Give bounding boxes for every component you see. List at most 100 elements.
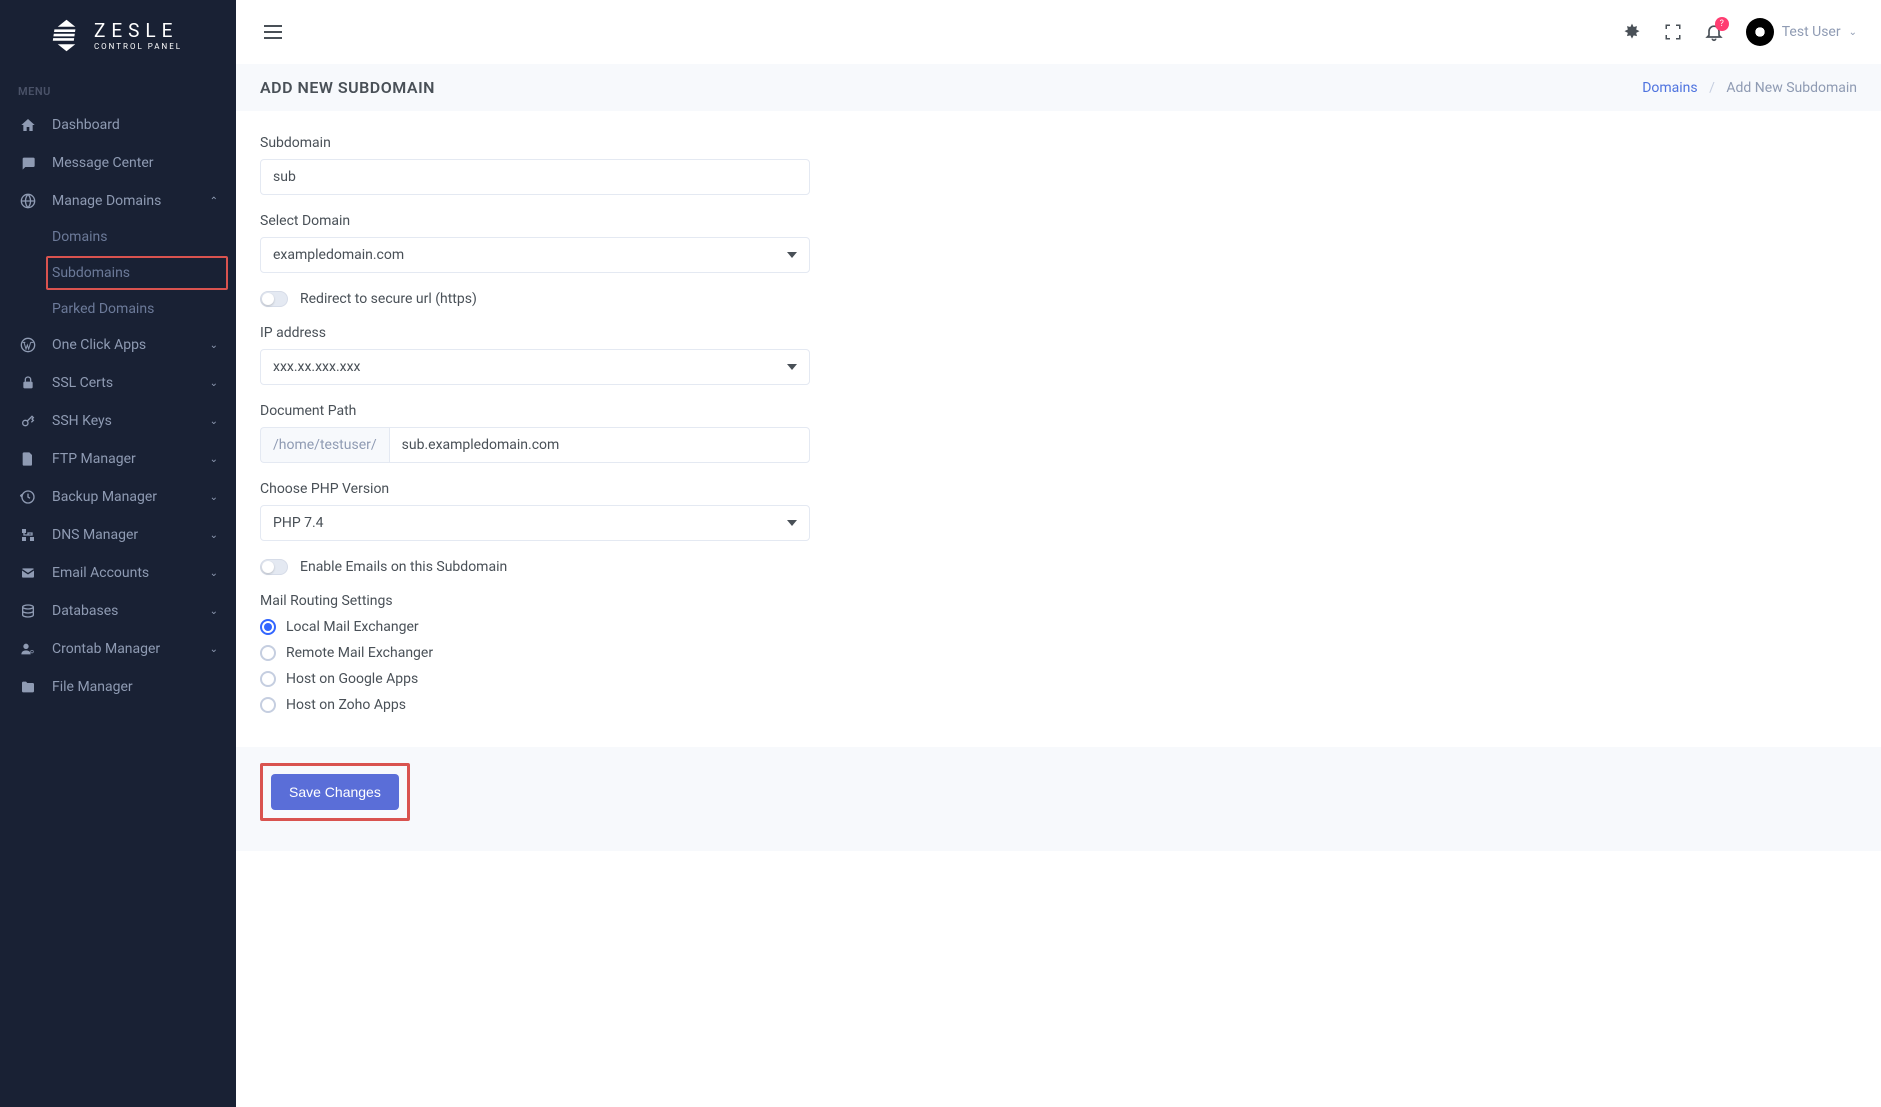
radio-icon xyxy=(260,697,276,713)
sidebar-item-label: SSH Keys xyxy=(52,413,112,429)
domain-label: Select Domain xyxy=(260,213,810,229)
php-select[interactable]: PHP 7.4 xyxy=(260,505,810,541)
user-name: Test User xyxy=(1782,24,1841,40)
sidebar-item-backup-manager[interactable]: Backup Manager ⌄ xyxy=(0,478,236,516)
sidebar-item-label: Backup Manager xyxy=(52,489,157,505)
logo[interactable]: ZESLE CONTROL PANEL xyxy=(0,0,236,67)
sidebar: ZESLE CONTROL PANEL MENU Dashboard Messa… xyxy=(0,0,236,1107)
save-button[interactable]: Save Changes xyxy=(271,774,399,810)
network-icon xyxy=(18,527,38,543)
globe-icon xyxy=(18,193,38,209)
sidebar-item-label: DNS Manager xyxy=(52,527,138,543)
sidebar-item-label: Manage Domains xyxy=(52,193,161,209)
sidebar-item-label: Domains xyxy=(52,229,107,245)
ip-label: IP address xyxy=(260,325,810,341)
menu-toggle-button[interactable] xyxy=(260,21,286,43)
sidebar-item-label: Databases xyxy=(52,603,118,619)
file-icon xyxy=(18,451,38,467)
folder-icon xyxy=(18,679,38,695)
sidebar-item-label: Subdomains xyxy=(52,265,130,281)
chevron-down-icon: ⌄ xyxy=(210,606,218,617)
user-menu[interactable]: Test User ⌄ xyxy=(1746,18,1857,46)
radio-label: Host on Zoho Apps xyxy=(286,697,406,713)
sidebar-item-label: One Click Apps xyxy=(52,337,146,353)
docpath-label: Document Path xyxy=(260,403,810,419)
mail-option-google[interactable]: Host on Google Apps xyxy=(260,671,1857,687)
mail-icon xyxy=(18,565,38,581)
breadcrumb-current: Add New Subdomain xyxy=(1726,80,1857,96)
sidebar-item-label: File Manager xyxy=(52,679,133,695)
chevron-down-icon: ⌄ xyxy=(210,416,218,427)
sidebar-item-label: FTP Manager xyxy=(52,451,136,467)
mail-option-local[interactable]: Local Mail Exchanger xyxy=(260,619,1857,635)
chevron-up-icon: ⌃ xyxy=(210,196,218,207)
chat-icon xyxy=(18,155,38,171)
radio-icon xyxy=(260,671,276,687)
notifications-icon[interactable]: ? xyxy=(1704,22,1724,42)
sidebar-item-message-center[interactable]: Message Center xyxy=(0,144,236,182)
subdomain-label: Subdomain xyxy=(260,135,810,151)
mail-option-zoho[interactable]: Host on Zoho Apps xyxy=(260,697,1857,713)
sidebar-item-label: Email Accounts xyxy=(52,565,149,581)
wordpress-icon xyxy=(18,337,38,353)
radio-label: Remote Mail Exchanger xyxy=(286,645,433,661)
breadcrumb-link-domains[interactable]: Domains xyxy=(1642,80,1697,96)
avatar xyxy=(1746,18,1774,46)
sidebar-submenu-domains: Domains Subdomains Parked Domains xyxy=(0,220,236,326)
chevron-down-icon: ⌄ xyxy=(210,644,218,655)
redirect-https-toggle[interactable] xyxy=(260,291,288,307)
logo-text: ZESLE xyxy=(94,21,187,40)
home-icon xyxy=(18,117,38,133)
sidebar-item-domains[interactable]: Domains xyxy=(46,220,236,254)
sidebar-item-label: Crontab Manager xyxy=(52,641,160,657)
page-header: ADD NEW SUBDOMAIN Domains / Add New Subd… xyxy=(236,64,1881,111)
breadcrumb-separator: / xyxy=(1709,80,1715,96)
save-button-highlight: Save Changes xyxy=(260,763,410,821)
docpath-input[interactable] xyxy=(389,427,810,463)
fullscreen-icon[interactable] xyxy=(1664,23,1682,41)
ip-select[interactable]: xxx.xx.xxx.xxx xyxy=(260,349,810,385)
key-icon xyxy=(18,413,38,429)
sidebar-item-ftp-manager[interactable]: FTP Manager ⌄ xyxy=(0,440,236,478)
radio-icon xyxy=(260,645,276,661)
chevron-down-icon: ⌄ xyxy=(210,340,218,351)
subdomain-input[interactable] xyxy=(260,159,810,195)
docpath-prefix: /home/testuser/ xyxy=(260,427,389,463)
mail-option-remote[interactable]: Remote Mail Exchanger xyxy=(260,645,1857,661)
sidebar-item-parked-domains[interactable]: Parked Domains xyxy=(46,292,236,326)
sidebar-item-label: Parked Domains xyxy=(52,301,154,317)
domain-select[interactable]: exampledomain.com xyxy=(260,237,810,273)
sidebar-item-file-manager[interactable]: File Manager xyxy=(0,668,236,706)
sidebar-item-one-click-apps[interactable]: One Click Apps ⌄ xyxy=(0,326,236,364)
sidebar-item-label: SSL Certs xyxy=(52,375,113,391)
chevron-down-icon: ⌄ xyxy=(210,492,218,503)
sidebar-item-ssl-certs[interactable]: SSL Certs ⌄ xyxy=(0,364,236,402)
page-title: ADD NEW SUBDOMAIN xyxy=(260,78,435,97)
radio-icon xyxy=(260,619,276,635)
sidebar-item-email-accounts[interactable]: Email Accounts ⌄ xyxy=(0,554,236,592)
chevron-down-icon: ⌄ xyxy=(210,568,218,579)
redirect-https-label: Redirect to secure url (https) xyxy=(300,291,477,307)
php-label: Choose PHP Version xyxy=(260,481,810,497)
topbar: ? Test User ⌄ xyxy=(236,0,1881,64)
logo-subtitle: CONTROL PANEL xyxy=(94,42,182,51)
chevron-down-icon: ⌄ xyxy=(210,378,218,389)
sidebar-item-dns-manager[interactable]: DNS Manager ⌄ xyxy=(0,516,236,554)
leaf-icon[interactable] xyxy=(1622,22,1642,42)
logo-icon xyxy=(49,18,84,53)
sidebar-item-subdomains[interactable]: Subdomains xyxy=(46,256,228,290)
lock-icon xyxy=(18,375,38,391)
sidebar-item-label: Dashboard xyxy=(52,117,120,133)
sidebar-item-manage-domains[interactable]: Manage Domains ⌃ xyxy=(0,182,236,220)
sidebar-item-ssh-keys[interactable]: SSH Keys ⌄ xyxy=(0,402,236,440)
sidebar-item-dashboard[interactable]: Dashboard xyxy=(0,106,236,144)
notification-badge: ? xyxy=(1715,17,1729,31)
sidebar-item-crontab-manager[interactable]: Crontab Manager ⌄ xyxy=(0,630,236,668)
sidebar-item-databases[interactable]: Databases ⌄ xyxy=(0,592,236,630)
enable-emails-toggle[interactable] xyxy=(260,559,288,575)
chevron-down-icon: ⌄ xyxy=(210,530,218,541)
radio-label: Local Mail Exchanger xyxy=(286,619,419,635)
user-cog-icon xyxy=(18,641,38,657)
breadcrumb: Domains / Add New Subdomain xyxy=(1642,80,1857,96)
main-area: ? Test User ⌄ ADD NEW SUBDOMAIN Domains … xyxy=(236,0,1881,851)
